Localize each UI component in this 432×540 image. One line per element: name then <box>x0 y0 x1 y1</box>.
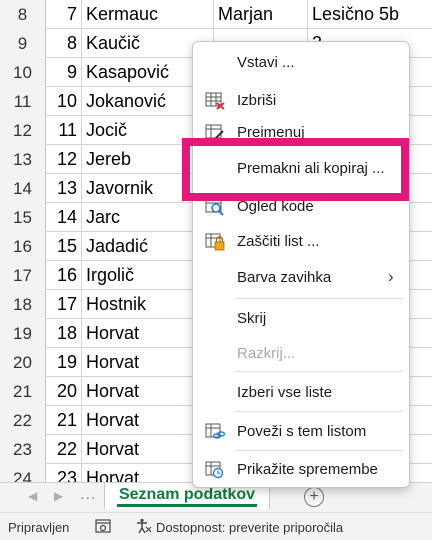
accessibility-icon[interactable] <box>136 518 152 534</box>
macro-recording-icon[interactable] <box>95 519 111 533</box>
sheet-context-menu: Vstavi ... Izbriši Preimenuj Premakni al… <box>192 41 410 488</box>
row-header[interactable]: 20 <box>0 348 46 377</box>
row-header[interactable]: 23 <box>0 435 46 464</box>
cell[interactable]: 17 <box>46 290 82 319</box>
status-bar: Pripravljen Dostopnost: preverite pripor… <box>0 512 432 540</box>
cell[interactable]: 20 <box>46 377 82 406</box>
delete-sheet-icon <box>205 92 225 110</box>
cell[interactable]: 14 <box>46 203 82 232</box>
menu-item-delete[interactable]: Izbriši <box>193 86 409 116</box>
cell[interactable]: 13 <box>46 174 82 203</box>
menu-separator <box>235 450 403 451</box>
cell[interactable]: 8 <box>46 29 82 58</box>
row-header[interactable]: 21 <box>0 377 46 406</box>
cell[interactable]: 12 <box>46 145 82 174</box>
status-ready: Pripravljen <box>8 520 70 535</box>
cell[interactable]: 21 <box>46 406 82 435</box>
menu-separator <box>235 411 403 412</box>
cell[interactable]: 7 <box>46 0 82 29</box>
menu-item-unhide: Razkrij... <box>193 339 409 369</box>
more-sheets-button[interactable]: ... <box>80 486 96 504</box>
cell[interactable]: 15 <box>46 232 82 261</box>
menu-separator <box>235 371 403 372</box>
cell[interactable]: 18 <box>46 319 82 348</box>
add-sheet-button[interactable]: + <box>304 487 324 507</box>
menu-item-tab-color[interactable]: Barva zavihka › <box>193 263 409 293</box>
menu-item-label: Barva zavihka <box>237 269 332 286</box>
menu-item-label: Izbriši <box>237 92 277 109</box>
cell[interactable]: 22 <box>46 435 82 464</box>
row-header[interactable]: 18 <box>0 290 46 319</box>
cell[interactable]: Lesično 5b <box>308 0 432 29</box>
row-header[interactable]: 24 <box>0 464 46 482</box>
protect-sheet-icon <box>205 233 225 251</box>
cell[interactable]: 11 <box>46 116 82 145</box>
cell[interactable]: 19 <box>46 348 82 377</box>
accessibility-status[interactable]: Dostopnost: preverite priporočila <box>156 520 343 535</box>
menu-item-label: Skrij <box>237 310 267 327</box>
menu-separator <box>235 298 403 299</box>
menu-item-protect-sheet[interactable]: Zaščiti list ... <box>193 227 409 257</box>
row-header[interactable]: 14 <box>0 174 46 203</box>
row-header[interactable]: 16 <box>0 232 46 261</box>
scroll-tabs-right-button[interactable]: ▶ <box>54 489 63 503</box>
link-sheet-icon <box>205 423 225 439</box>
menu-item-hide[interactable]: Skrij <box>193 304 409 334</box>
row-header[interactable]: 13 <box>0 145 46 174</box>
cell[interactable]: 10 <box>46 87 82 116</box>
menu-item-show-changes[interactable]: Prikažite spremembe <box>193 455 409 485</box>
menu-item-label: Poveži s tem listom <box>237 423 367 440</box>
row-header[interactable]: 15 <box>0 203 46 232</box>
cell[interactable]: 9 <box>46 58 82 87</box>
show-changes-icon <box>205 461 224 479</box>
menu-item-label: Vstavi ... <box>237 54 295 71</box>
row-header[interactable]: 9 <box>0 29 46 58</box>
row-header[interactable]: 17 <box>0 261 46 290</box>
row-header[interactable]: 8 <box>0 0 46 29</box>
chevron-right-icon: › <box>388 267 394 286</box>
row-header[interactable]: 10 <box>0 58 46 87</box>
cell[interactable]: Kermauc <box>82 0 214 29</box>
menu-item-label: Razkrij... <box>237 345 296 362</box>
scroll-tabs-left-button[interactable]: ◀ <box>28 489 37 503</box>
menu-item-label: Prikažite spremembe <box>237 461 378 478</box>
menu-item-label: Zaščiti list ... <box>237 233 320 250</box>
cell[interactable]: 16 <box>46 261 82 290</box>
menu-item-insert[interactable]: Vstavi ... <box>193 48 409 78</box>
row-header[interactable]: 12 <box>0 116 46 145</box>
menu-item-link-sheet[interactable]: Poveži s tem listom <box>193 417 409 447</box>
cell[interactable]: 23 <box>46 464 82 482</box>
row-header[interactable]: 22 <box>0 406 46 435</box>
cell[interactable]: Marjan <box>214 0 308 29</box>
menu-item-select-all-sheets[interactable]: Izberi vse liste <box>193 378 409 408</box>
menu-item-label: Izberi vse liste <box>237 384 333 401</box>
table-row: 8 7 Kermauc Marjan Lesično 5b <box>0 0 432 29</box>
row-header[interactable]: 11 <box>0 87 46 116</box>
row-header[interactable]: 19 <box>0 319 46 348</box>
highlight-box <box>182 138 409 201</box>
